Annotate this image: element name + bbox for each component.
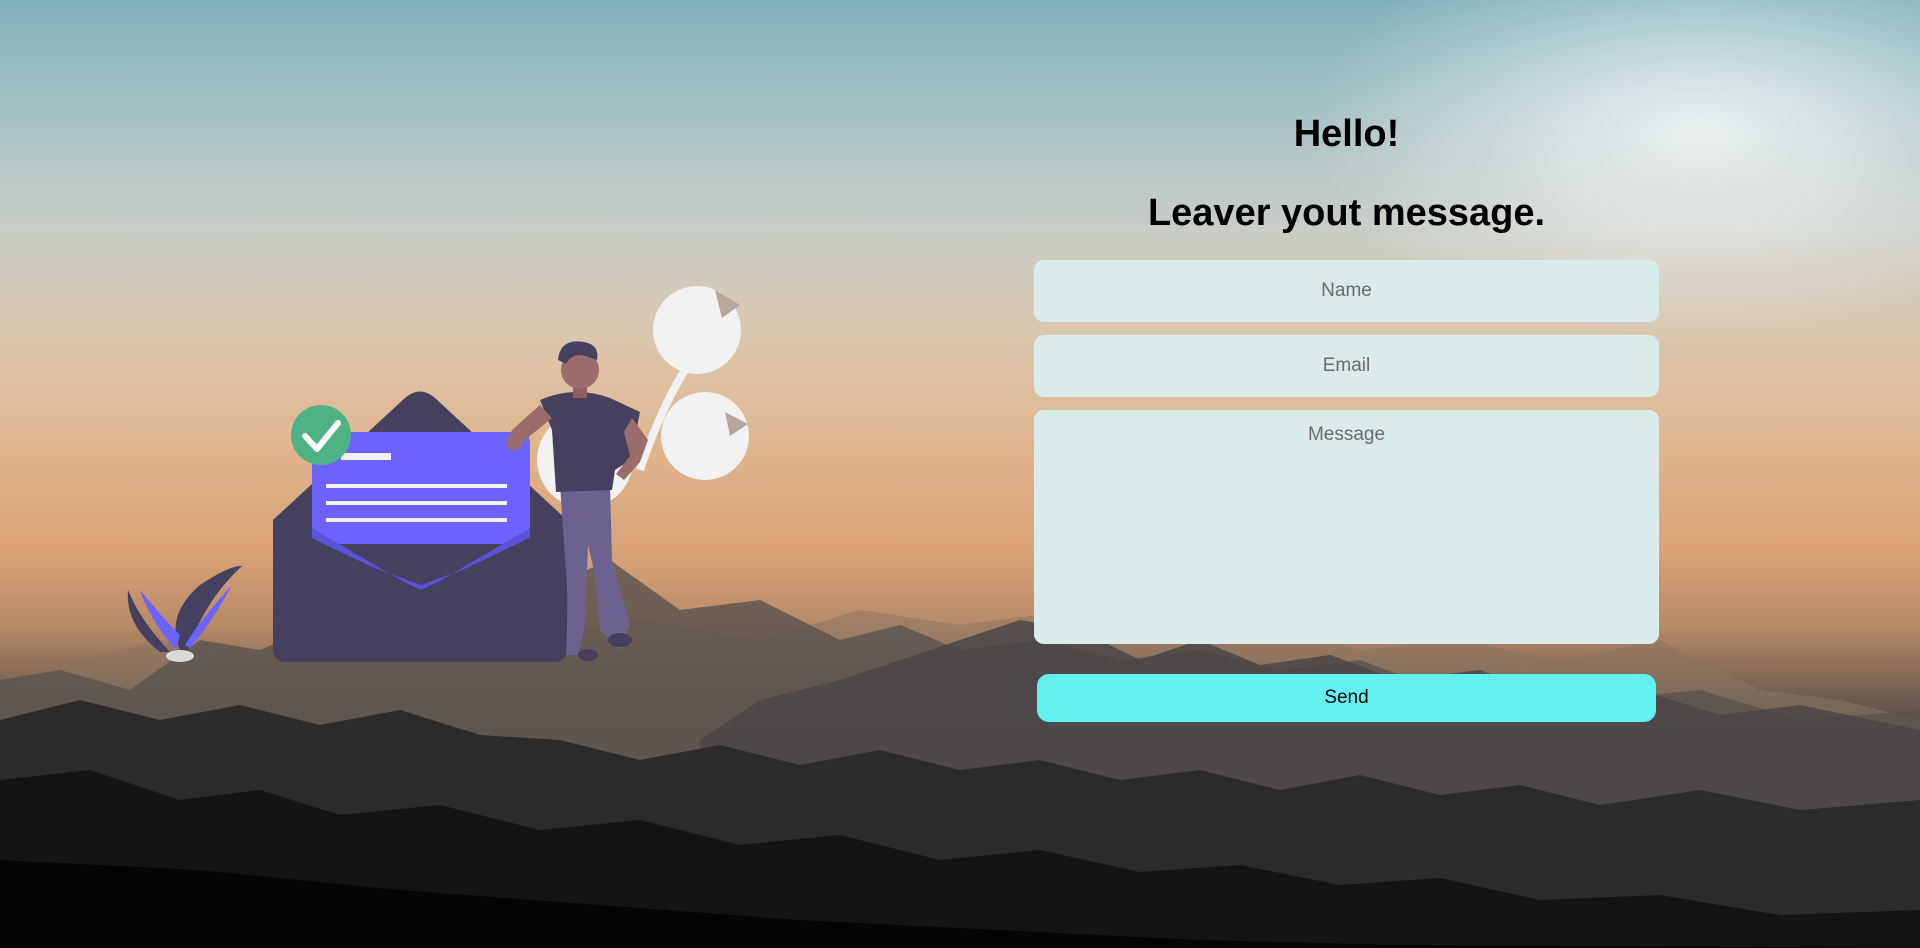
name-input[interactable] <box>1034 260 1659 322</box>
plant-illustration <box>127 565 242 662</box>
message-textarea[interactable] <box>1034 410 1659 644</box>
form-subtitle: Leaver yout message. <box>1147 192 1546 234</box>
greeting-heading: Hello! <box>1293 113 1400 155</box>
checkmark-icon <box>291 405 351 465</box>
background-scene: Hello! Leaver yout message. Send <box>0 0 1920 948</box>
send-button[interactable]: Send <box>1037 674 1656 722</box>
email-input[interactable] <box>1034 335 1659 397</box>
contact-form: Hello! Leaver yout message. Send <box>1034 100 1659 722</box>
